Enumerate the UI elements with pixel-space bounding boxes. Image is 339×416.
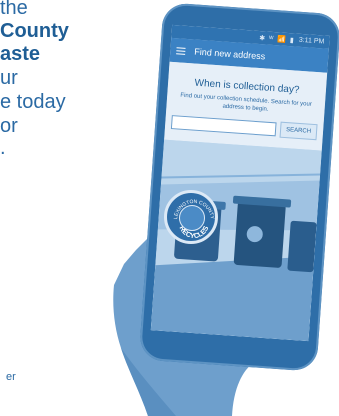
status-icons: ✱ ᵂ 📶 ▮: [258, 34, 296, 44]
collection-day-panel: When is collection day? Find out your co…: [164, 61, 328, 151]
search-row: SEARCH: [169, 114, 320, 141]
phone-screen: ✱ ᵂ 📶 ▮ 3:11 PM Find new address When is…: [150, 24, 330, 342]
menu-icon[interactable]: [176, 46, 186, 55]
search-button[interactable]: SEARCH: [279, 121, 318, 141]
collection-subtext: Find out your collection schedule. Searc…: [180, 92, 312, 113]
status-time: 3:11 PM: [298, 36, 325, 46]
address-search-input[interactable]: [170, 115, 277, 137]
app-bar-title: Find new address: [193, 46, 266, 62]
recycle-icon: [179, 205, 205, 231]
recycles-badge: LEXINGTON COUNTY RECYCLES: [164, 190, 218, 244]
phone-device: ✱ ᵂ 📶 ▮ 3:11 PM Find new address When is…: [138, 2, 339, 372]
